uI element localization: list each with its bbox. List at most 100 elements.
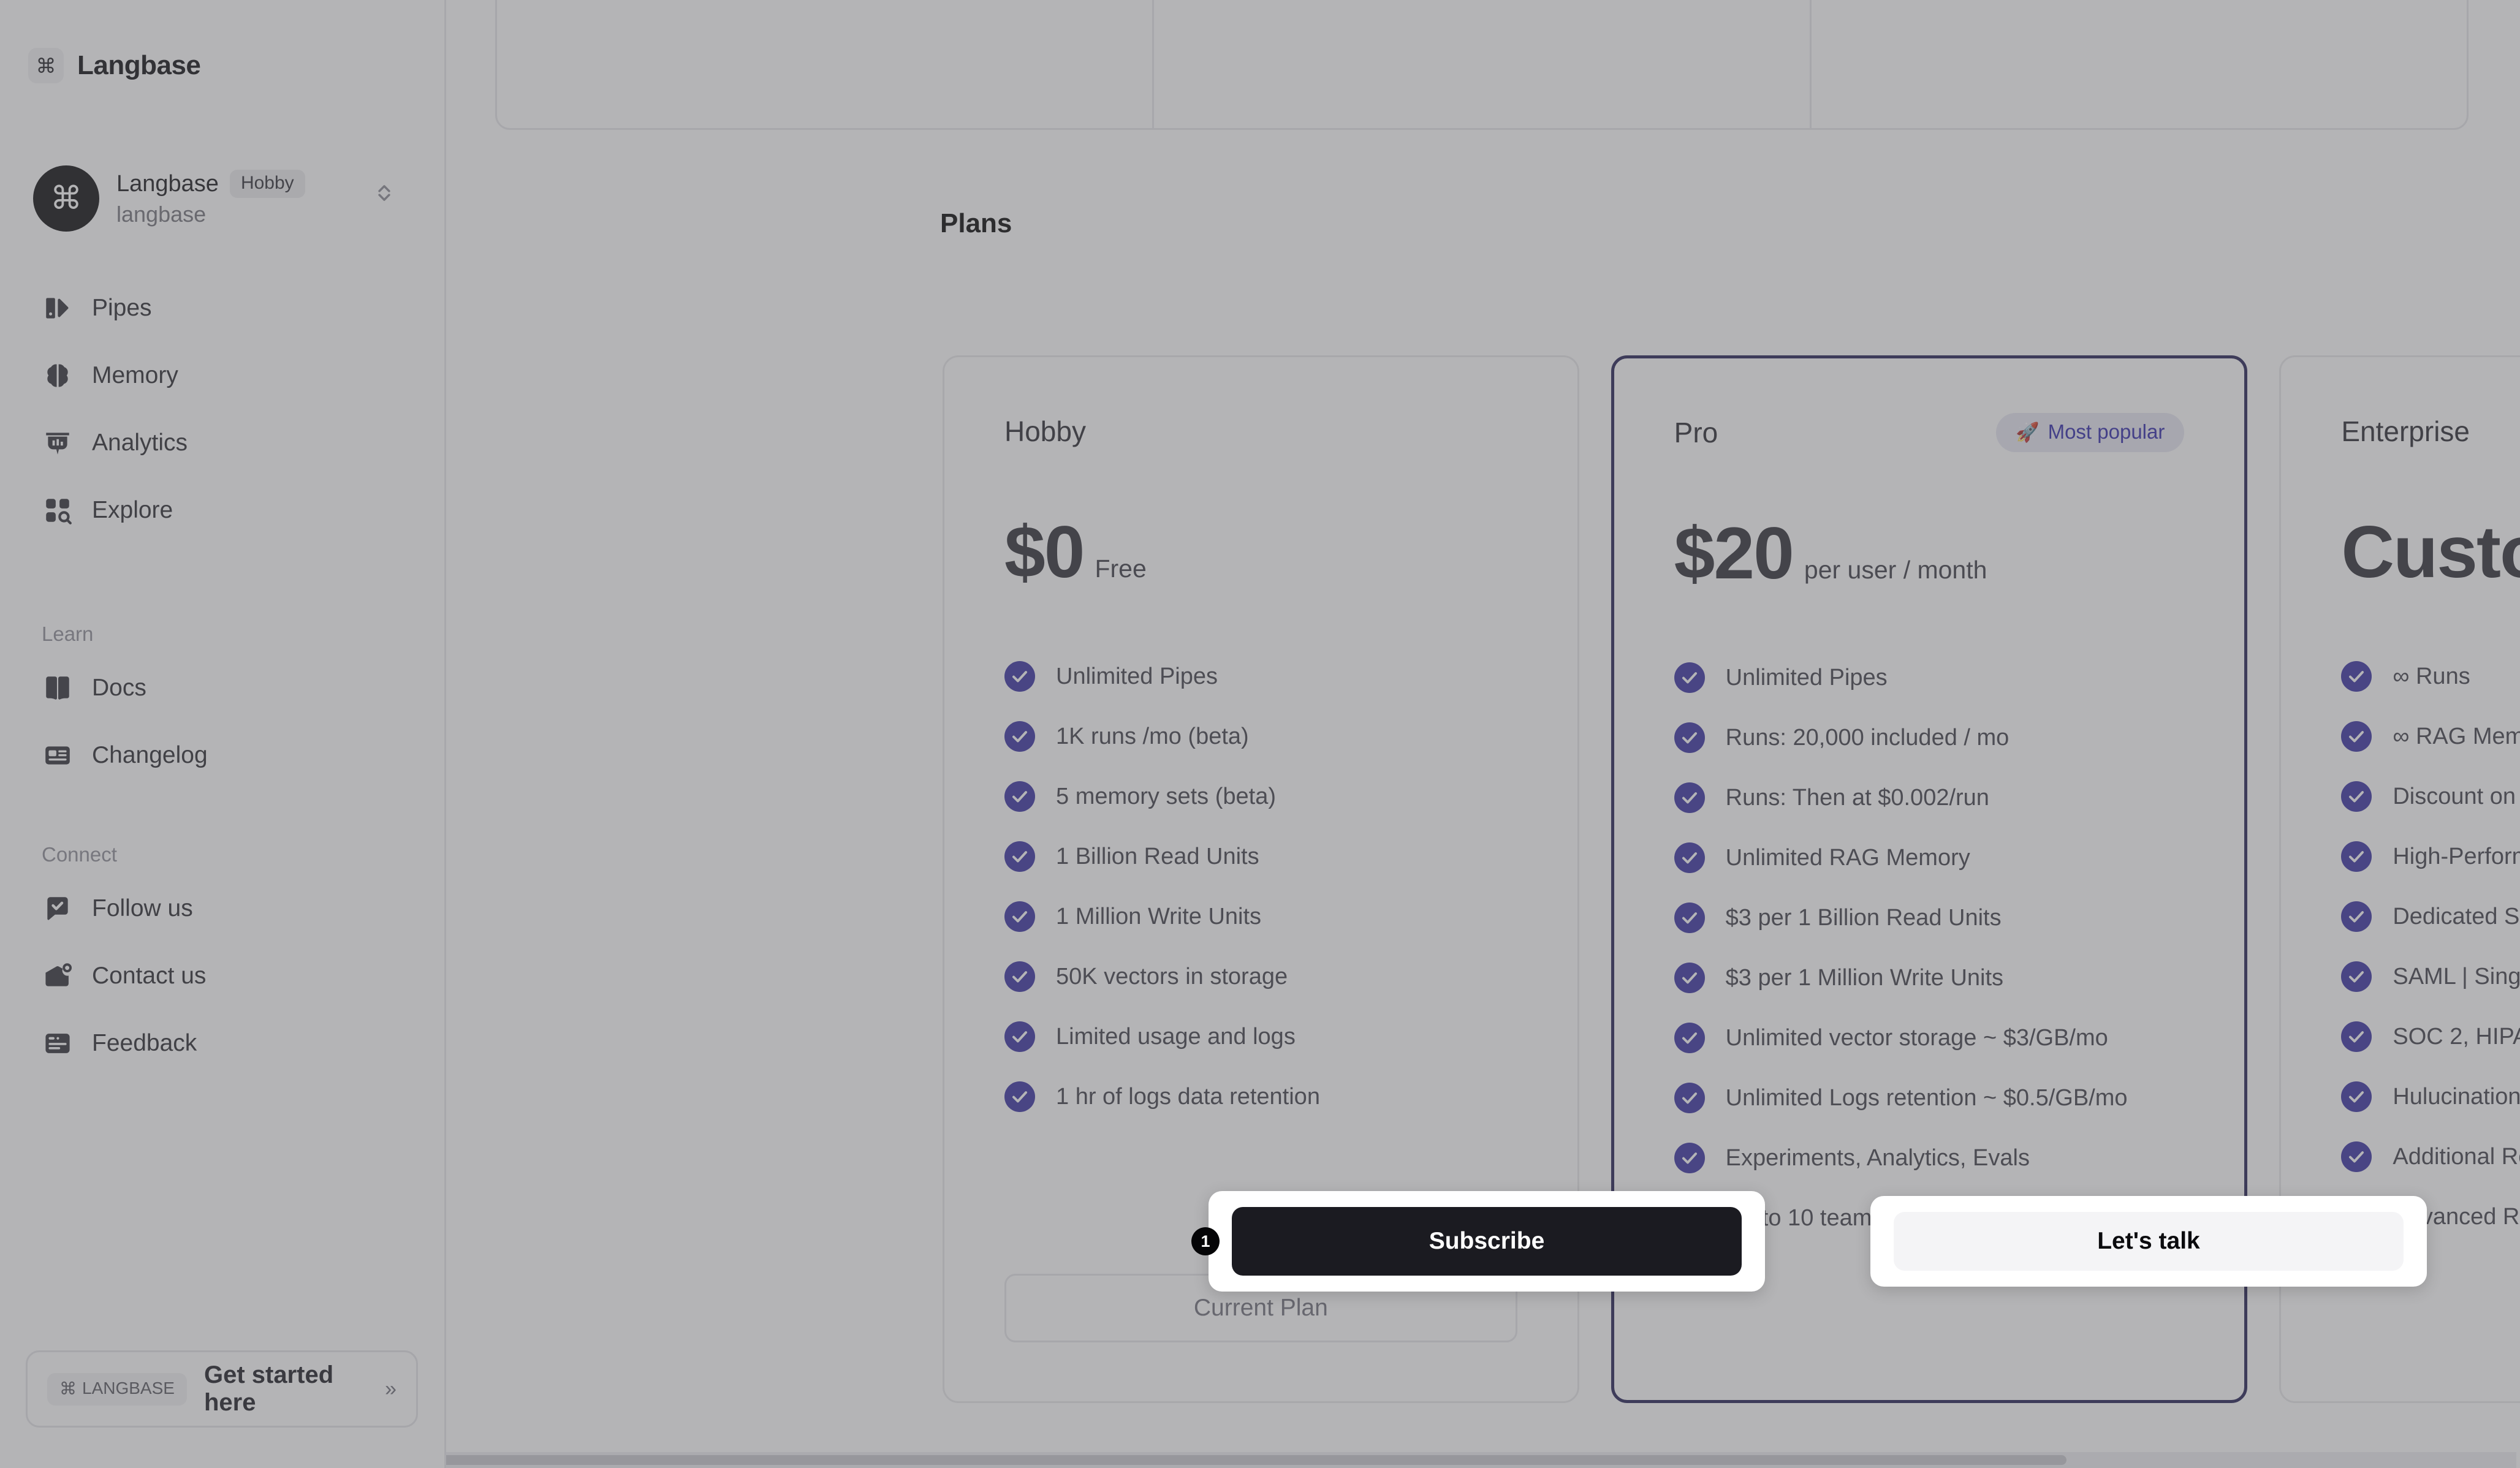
check-circle-icon [1004,1081,1035,1112]
list-item: Runs: Then at $0.002/run [1674,782,2185,813]
plan-feature-list: Unlimited Pipes 1K runs /mo (beta) 5 mem… [1004,661,1517,1112]
feature-label: Unlimited RAG Memory [1725,844,1970,871]
check-circle-icon [1674,1143,1705,1173]
feature-label: ∞ Runs [2393,663,2470,689]
usage-stats-panel: Pipes 1 out of Unlimited Total Requests … [495,0,2469,130]
sidebar-item-explore[interactable]: Explore [25,477,423,544]
langbase-chip-label: LANGBASE [82,1379,175,1398]
sidebar-item-label: Analytics [92,429,188,456]
plan-price: $20 [1674,512,1794,594]
sidebar-item-feedback[interactable]: Feedback [25,1010,423,1077]
org-text: Langbase Hobby langbase [116,170,305,227]
app-root: ⌘ Langbase ⌘ Langbase Hobby langbase Pip… [0,0,2520,1468]
feature-label: Unlimited Pipes [1725,664,1888,690]
plan-name: Hobby [1004,415,1086,447]
feature-label: Experiments, Analytics, Evals [1725,1145,2030,1171]
sidebar-item-follow-us[interactable]: Follow us [25,875,423,942]
check-circle-icon [1674,902,1705,933]
list-item: High-Performance RAG [2341,841,2520,872]
double-chevron-right-icon: » [385,1377,397,1401]
memory-icon [42,360,74,392]
feature-label: High-Performance RAG [2393,843,2520,869]
feature-label: Limited usage and logs [1056,1023,1296,1050]
check-circle-icon [1674,782,1705,813]
check-circle-icon [2341,1141,2372,1172]
list-item: Hulucination & Clustrer Engine [2341,1081,2520,1112]
connect-heading: Connect [42,843,117,866]
feature-label: Runs: 20,000 included / mo [1725,724,2010,751]
plan-name: Enterprise [2341,415,2470,447]
connect-nav: Connect Follow us Contact us Feedback [25,838,423,1077]
feature-label: SAML | Single-Sign-On (SSO) [2393,963,2520,989]
learn-nav: Learn Docs Changelog [25,618,423,789]
lets-talk-button[interactable]: Let's talk [1894,1212,2404,1271]
window-icon [42,1027,74,1059]
check-circle-icon [1004,781,1035,812]
list-item: 1K runs /mo (beta) [1004,721,1517,752]
plan-price-row: $0 Free [1004,515,1517,589]
feature-label: Hulucination & Clustrer Engine [2393,1083,2520,1110]
sidebar-item-docs[interactable]: Docs [25,654,423,722]
feature-label: 1 Million Write Units [1056,903,1262,929]
subscribe-highlight-frame: 1 Subscribe [1191,1191,1765,1292]
plan-price-row: $20 per user / month [1674,516,2185,590]
sidebar-item-analytics[interactable]: Analytics [25,409,423,477]
scrollbar-thumb[interactable] [446,1455,2066,1465]
langbase-chip: ⌘ LANGBASE [47,1372,187,1406]
get-started-button[interactable]: ⌘ LANGBASE Get started here » [26,1350,418,1428]
check-circle-icon [2341,1021,2372,1052]
check-circle-icon [1674,1083,1705,1113]
sidebar-item-pipes[interactable]: Pipes [25,274,423,342]
feature-label: Unlimited Pipes [1056,663,1218,689]
mail-icon [42,960,74,992]
subscribe-button[interactable]: Subscribe [1232,1207,1742,1276]
brand-logo[interactable]: ⌘ Langbase [28,48,201,83]
plan-header: Hobby [1004,411,1517,452]
stat-card-total-requests: Total Requests 0 out of 10K this month [1154,0,1812,128]
plan-header: Enterprise [2341,411,2520,452]
org-switcher[interactable]: ⌘ Langbase Hobby langbase [25,159,417,238]
rocket-icon: 🚀 [2015,421,2040,443]
plan-price-note: per user / month [1804,556,1987,584]
plan-price: $0 [1004,511,1085,593]
chevron-up-down-icon[interactable] [373,181,396,216]
check-circle-icon [1674,842,1705,873]
check-circle-icon [1004,1021,1035,1052]
plan-name: Pro [1674,417,1718,448]
plan-feature-list: Unlimited Pipes Runs: 20,000 included / … [1674,662,2185,1233]
check-circle-icon [2341,901,2372,932]
list-item: Experiments, Analytics, Evals [1674,1143,2185,1173]
list-item: 5 memory sets (beta) [1004,781,1517,812]
learn-heading: Learn [42,622,94,645]
brand-name: Langbase [77,50,201,80]
feature-label: Dedicated Solution Engineer [2393,903,2520,929]
stat-card-total-members: Total Members 1 [1812,0,2467,128]
check-circle-icon [1004,661,1035,692]
org-handle: langbase [116,202,207,227]
org-name: Langbase [116,170,219,197]
list-item: 1 Billion Read Units [1004,841,1517,872]
sidebar-item-changelog[interactable]: Changelog [25,722,423,789]
feature-label: 1K runs /mo (beta) [1056,723,1249,749]
list-item: Unlimited RAG Memory [1674,842,2185,873]
feature-label: Discount on usage runs [2393,783,2520,809]
feature-label: 50K vectors in storage [1056,963,1288,989]
list-item: 1 Million Write Units [1004,901,1517,932]
list-item: Unlimited Logs retention ~ $0.5/GB/mo [1674,1083,2185,1113]
list-item: ∞ RAG Memory [2341,721,2520,752]
news-icon [42,740,74,771]
horizontal-scrollbar[interactable] [446,1452,2516,1468]
sidebar-item-memory[interactable]: Memory [25,342,423,409]
list-item: $3 per 1 Billion Read Units [1674,902,2185,933]
sidebar-item-label: Changelog [92,742,208,768]
check-circle-icon [2341,961,2372,992]
check-circle-icon [1004,961,1035,992]
feature-label: $3 per 1 Million Write Units [1725,964,2004,991]
list-item: SOC 2, HIPAA & GDPR compliance [2341,1021,2520,1052]
sidebar-item-contact-us[interactable]: Contact us [25,942,423,1010]
list-item: 1 hr of logs data retention [1004,1081,1517,1112]
check-circle-icon [1004,721,1035,752]
status-badge-label: Most popular [2048,420,2165,443]
status-badge: 🚀 Most popular [1995,413,2185,452]
sidebar-item-label: Docs [92,675,146,701]
